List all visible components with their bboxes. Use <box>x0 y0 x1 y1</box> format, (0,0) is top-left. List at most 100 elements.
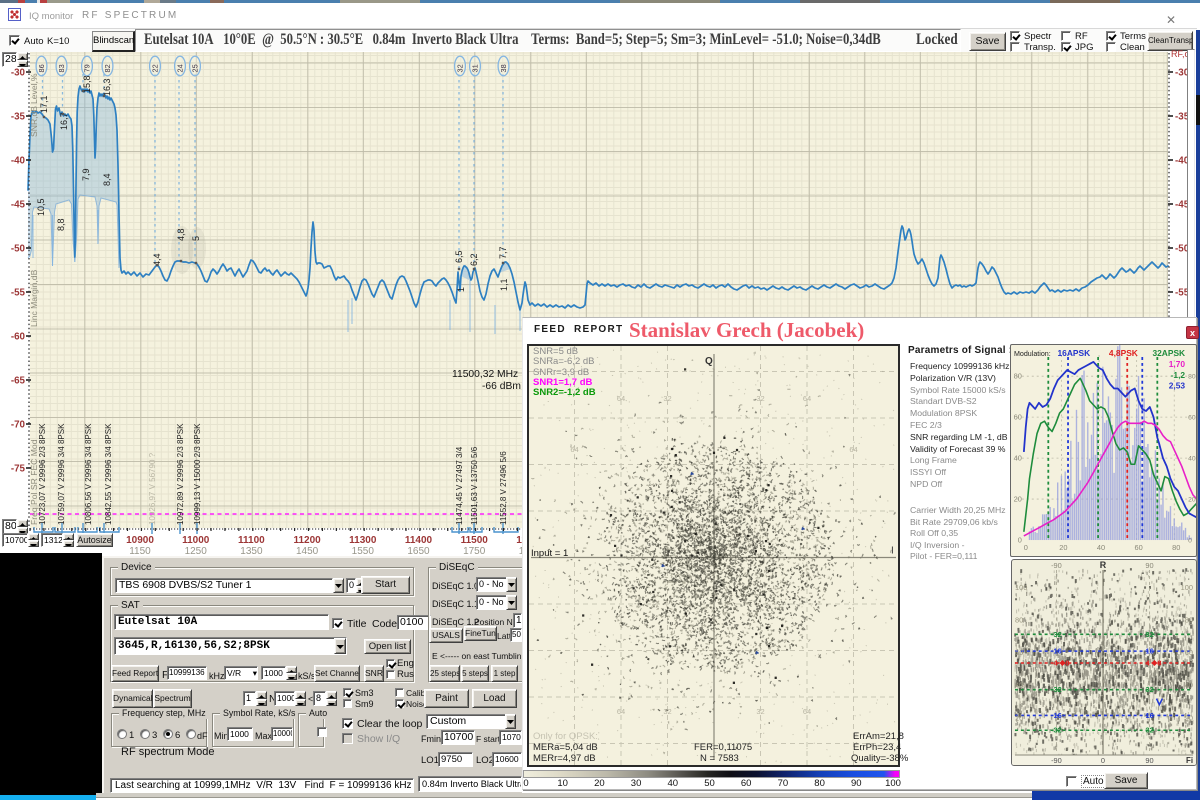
svg-text:10,5: 10,5 <box>36 198 46 216</box>
svg-text:8,4: 8,4 <box>102 173 112 186</box>
svg-text:I: I <box>891 546 894 557</box>
svg-text:80: 80 <box>1185 615 1193 624</box>
svg-text:Level,%: Level,% <box>29 73 39 104</box>
svg-text:60: 60 <box>1014 413 1022 422</box>
svg-text:80: 80 <box>1015 615 1023 624</box>
svg-text:0: 0 <box>1188 538 1192 545</box>
svg-text:32: 32 <box>1054 726 1062 735</box>
svg-text:79: 79 <box>83 64 92 72</box>
svg-text:SNR,dB: SNR,dB <box>29 106 39 137</box>
svg-text:-66 dBm: -66 dBm <box>482 381 521 392</box>
svg-text:-30: -30 <box>11 68 26 79</box>
svg-text:7,7: 7,7 <box>498 246 508 259</box>
svg-text:32: 32 <box>1146 630 1154 639</box>
svg-text:11501,63 V 13750 5/6: 11501,63 V 13750 5/6 <box>470 446 479 525</box>
svg-text:16: 16 <box>1146 647 1154 656</box>
svg-text:-70: -70 <box>11 420 26 431</box>
svg-text:Fi: Fi <box>1186 756 1193 765</box>
svg-text:11400: 11400 <box>405 535 433 546</box>
svg-text:64: 64 <box>803 707 811 716</box>
svg-text:20: 20 <box>1014 495 1022 504</box>
svg-text:R: R <box>1100 560 1107 570</box>
svg-text:40: 40 <box>1014 454 1022 463</box>
svg-text:-60: -60 <box>11 332 26 343</box>
svg-text:60: 60 <box>1015 648 1023 657</box>
svg-text:86: 86 <box>37 64 46 72</box>
svg-text:11300: 11300 <box>349 535 377 546</box>
svg-text:32: 32 <box>756 394 764 403</box>
svg-text:7,9: 7,9 <box>81 168 91 181</box>
svg-text:32: 32 <box>1146 685 1154 694</box>
svg-text:60: 60 <box>1185 648 1193 657</box>
svg-text:10806,56 V 29996 3/4 8PSK: 10806,56 V 29996 3/4 8PSK <box>84 423 93 525</box>
svg-text:-75: -75 <box>11 464 26 475</box>
svg-text:90: 90 <box>1145 561 1153 570</box>
svg-text:-1,2: -1,2 <box>1171 370 1186 380</box>
svg-text:10723,07 V 29996 2/3 8PSK: 10723,07 V 29996 2/3 8PSK <box>38 423 47 525</box>
svg-text:64: 64 <box>617 707 625 716</box>
svg-text:11500,32 MHz: 11500,32 MHz <box>452 369 518 380</box>
svg-text:60: 60 <box>1188 415 1196 422</box>
svg-text:10999,13 V 15000 2/3 8PSK: 10999,13 V 15000 2/3 8PSK <box>193 423 202 525</box>
svg-text:Q: Q <box>705 356 713 367</box>
svg-text:8: 8 <box>1065 658 1069 667</box>
svg-text:32: 32 <box>663 394 671 403</box>
svg-text:2,53: 2,53 <box>1169 381 1186 391</box>
svg-text:17,1: 17,1 <box>39 95 49 113</box>
svg-text:40: 40 <box>1097 543 1105 552</box>
svg-text:4,8: 4,8 <box>176 228 186 241</box>
svg-text:0: 0 <box>1101 756 1105 765</box>
svg-text:-90: -90 <box>1051 756 1062 765</box>
svg-text:-65: -65 <box>11 376 26 387</box>
svg-text:11474,45 V 27497 3/4: 11474,45 V 27497 3/4 <box>455 446 464 525</box>
svg-text:6,5: 6,5 <box>454 250 464 263</box>
svg-text:64: 64 <box>617 394 625 403</box>
svg-text:80: 80 <box>1188 374 1196 381</box>
svg-text:10900: 10900 <box>126 535 154 546</box>
svg-text:90: 90 <box>1145 756 1153 765</box>
svg-text:4,8PSK: 4,8PSK <box>1109 348 1138 358</box>
svg-text:40: 40 <box>1015 681 1023 690</box>
svg-text:Linc Margin,dB: Linc Margin,dB <box>29 269 39 327</box>
svg-text:20: 20 <box>1015 713 1023 722</box>
svg-text:-35: -35 <box>11 112 26 123</box>
svg-text:11500: 11500 <box>461 535 489 546</box>
svg-text:-55: -55 <box>11 288 26 299</box>
svg-text:1,70: 1,70 <box>1169 359 1186 369</box>
svg-text:6,2: 6,2 <box>469 253 479 266</box>
svg-text:11100: 11100 <box>238 535 265 546</box>
svg-text:20: 20 <box>1185 713 1193 722</box>
svg-text:-50: -50 <box>11 244 26 255</box>
svg-text:80: 80 <box>1172 543 1180 552</box>
svg-text:83: 83 <box>57 64 66 72</box>
svg-text:24: 24 <box>176 64 185 72</box>
svg-text:16: 16 <box>1054 711 1062 720</box>
svg-text:64: 64 <box>803 394 811 403</box>
svg-text:-40: -40 <box>11 156 26 167</box>
svg-text:11552,8 V 27496 5/6: 11552,8 V 27496 5/6 <box>499 451 508 525</box>
svg-text:32: 32 <box>1146 726 1154 735</box>
svg-text:100: 100 <box>1015 583 1027 592</box>
svg-text:32: 32 <box>1054 630 1062 639</box>
svg-text:0: 0 <box>1024 543 1028 552</box>
svg-text:31: 31 <box>471 64 480 72</box>
svg-text:0: 0 <box>1018 536 1022 545</box>
svg-text:64: 64 <box>849 445 857 454</box>
svg-text:32: 32 <box>1054 685 1062 694</box>
svg-text:82: 82 <box>103 64 112 72</box>
svg-text:40: 40 <box>1188 456 1196 463</box>
svg-text:16APSK: 16APSK <box>1057 348 1090 358</box>
svg-text:16,3: 16,3 <box>102 78 112 96</box>
svg-text:11200: 11200 <box>293 535 321 546</box>
svg-text:11000: 11000 <box>182 535 210 546</box>
svg-text:8: 8 <box>1157 658 1161 667</box>
svg-text:38: 38 <box>499 64 508 72</box>
svg-text:16: 16 <box>1146 711 1154 720</box>
svg-text:5: 5 <box>191 236 201 241</box>
svg-text:80: 80 <box>1014 372 1022 381</box>
svg-text:10926,97 V 56790 ?: 10926,97 V 56790 ? <box>148 452 157 525</box>
svg-text:40: 40 <box>1185 681 1193 690</box>
svg-text:32APSK: 32APSK <box>1152 348 1185 358</box>
svg-text:-90: -90 <box>1051 561 1062 570</box>
svg-text:Modulation:: Modulation: <box>1014 350 1051 358</box>
